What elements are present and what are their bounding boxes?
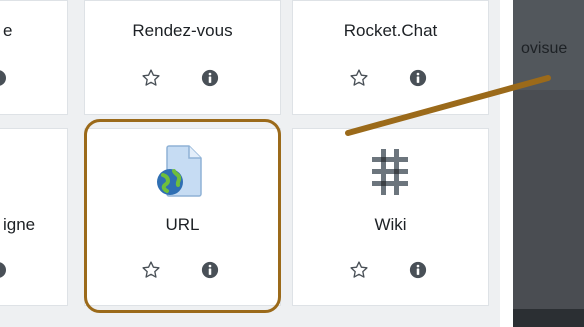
activity-tile-rendez-vous[interactable]: Rendez-vous (84, 0, 281, 115)
activity-name: Wiki (374, 215, 407, 234)
star-icon[interactable] (348, 259, 370, 281)
modal-footer-strip (513, 309, 584, 327)
info-icon[interactable] (0, 259, 9, 281)
activity-tile-rocket-chat[interactable]: Rocket.Chat (292, 0, 489, 115)
activity-tile-partial-top-left[interactable]: e (0, 0, 68, 115)
activity-name: Rocket.Chat (343, 21, 438, 40)
info-icon[interactable] (407, 67, 429, 89)
highlight-callout-box (84, 119, 281, 313)
info-icon[interactable] (0, 67, 9, 89)
activity-tile-wiki[interactable]: Wiki (292, 128, 489, 306)
activity-name: Rendez-vous (132, 21, 233, 40)
modal-side-panel: ovisue (513, 0, 584, 327)
wiki-icon (369, 147, 411, 197)
activity-name: e (3, 21, 13, 40)
star-icon[interactable] (348, 67, 370, 89)
activity-tile-partial-bottom-left[interactable]: igne (0, 128, 68, 306)
info-icon[interactable] (407, 259, 429, 281)
star-icon[interactable] (140, 67, 162, 89)
activity-name: igne (3, 215, 36, 234)
activity-chooser-grid: e Rendez-vous Rocket.Chat igne URL Wiki (0, 0, 500, 327)
modal-partial-text: ovisue (521, 40, 568, 57)
info-icon[interactable] (199, 67, 221, 89)
